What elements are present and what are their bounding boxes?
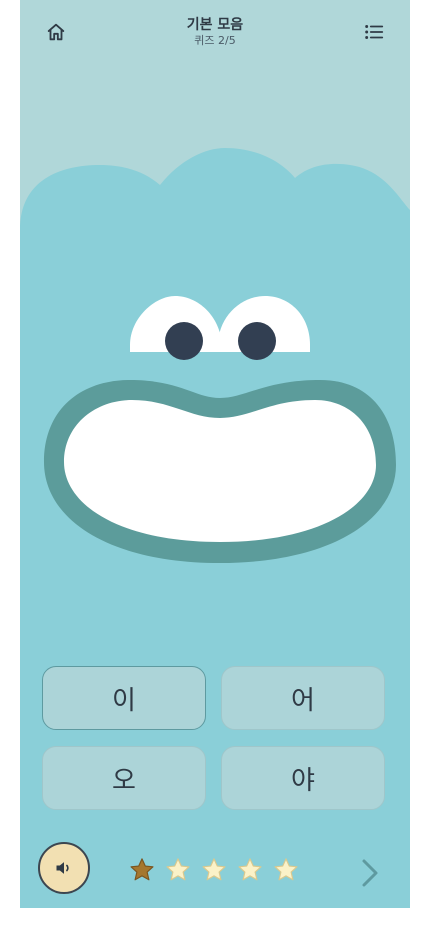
answer-option-2[interactable]: 어 — [221, 666, 385, 730]
answer-option-3[interactable]: 오 — [42, 746, 206, 810]
star-icon — [202, 858, 226, 881]
star-icon — [238, 858, 262, 881]
top-bar: 기본 모음 퀴즈 2/5 — [20, 0, 410, 64]
next-button[interactable] — [356, 856, 384, 890]
left-pupil — [165, 322, 203, 360]
list-icon — [365, 25, 384, 39]
star-icon — [130, 858, 154, 881]
quiz-screen: 기본 모음 퀴즈 2/5 이 어 오 야 — [20, 0, 410, 908]
title-block: 기본 모음 퀴즈 2/5 — [20, 16, 410, 48]
menu-button[interactable] — [358, 18, 390, 46]
sound-button[interactable] — [38, 842, 90, 894]
star-rating — [128, 856, 300, 884]
star-icon — [274, 858, 298, 881]
right-pupil — [238, 322, 276, 360]
star-icon — [166, 858, 190, 881]
speaker-icon — [56, 862, 69, 874]
mouth — [44, 380, 396, 563]
quiz-progress-text: 퀴즈 2/5 — [194, 34, 236, 47]
chevron-right-icon — [362, 859, 378, 887]
answer-option-4[interactable]: 야 — [221, 746, 385, 810]
answer-option-1[interactable]: 이 — [42, 666, 206, 730]
page-title: 기본 모음 — [186, 17, 244, 33]
bottom-bar — [20, 838, 410, 902]
